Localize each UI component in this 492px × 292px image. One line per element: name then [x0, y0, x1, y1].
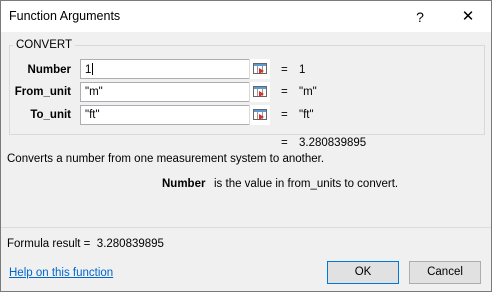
range-select-icon: [253, 86, 267, 97]
range-select-icon: [253, 63, 267, 74]
function-description: Converts a number from one measurement s…: [7, 153, 325, 165]
equals-sign: =: [281, 86, 288, 98]
argument-result-number: 1: [299, 64, 306, 76]
function-result-value: 3.280839895: [299, 137, 367, 149]
collapse-dialog-button-from-unit[interactable]: [249, 82, 270, 102]
number-input-value: 1: [85, 63, 94, 76]
title-bar[interactable]: Function Arguments ? ✕: [1, 1, 491, 32]
argument-result-from-unit: "m": [299, 86, 317, 98]
divider: [1, 227, 491, 228]
argument-label-number: Number: [27, 64, 71, 76]
formula-result-value: 3.280839895: [96, 238, 164, 250]
function-name-label: CONVERT: [13, 39, 76, 51]
argument-help-name: Number: [162, 178, 206, 190]
number-input[interactable]: 1: [80, 59, 270, 79]
range-select-icon: [253, 109, 267, 120]
dialog-title: Function Arguments: [9, 9, 121, 23]
argument-label-to-unit: To_unit: [30, 109, 71, 121]
to-unit-input-value: "ft": [85, 109, 100, 121]
equals-sign: =: [281, 64, 288, 76]
argument-label-from-unit: From_unit: [14, 86, 71, 98]
help-on-function-link[interactable]: Help on this function: [9, 267, 113, 279]
collapse-dialog-button-number[interactable]: [249, 59, 270, 79]
from-unit-input-value: "m": [85, 86, 103, 98]
formula-result: Formula result = 3.280839895: [7, 238, 164, 250]
function-arguments-dialog: Function Arguments ? ✕ CONVERT Number 1 …: [0, 0, 492, 292]
collapse-dialog-button-to-unit[interactable]: [249, 105, 270, 125]
equals-sign: =: [281, 137, 288, 149]
to-unit-input[interactable]: "ft": [80, 105, 270, 125]
from-unit-input[interactable]: "m": [80, 82, 270, 102]
ok-button[interactable]: OK: [327, 261, 399, 284]
equals-sign: =: [281, 109, 288, 121]
formula-result-label: Formula result =: [7, 238, 91, 250]
help-question-icon[interactable]: ?: [403, 4, 437, 30]
argument-result-to-unit: "ft": [299, 109, 314, 121]
close-icon[interactable]: ✕: [451, 4, 485, 30]
cancel-button[interactable]: Cancel: [409, 261, 481, 284]
argument-help-text: is the value in from_units to convert.: [214, 178, 399, 190]
